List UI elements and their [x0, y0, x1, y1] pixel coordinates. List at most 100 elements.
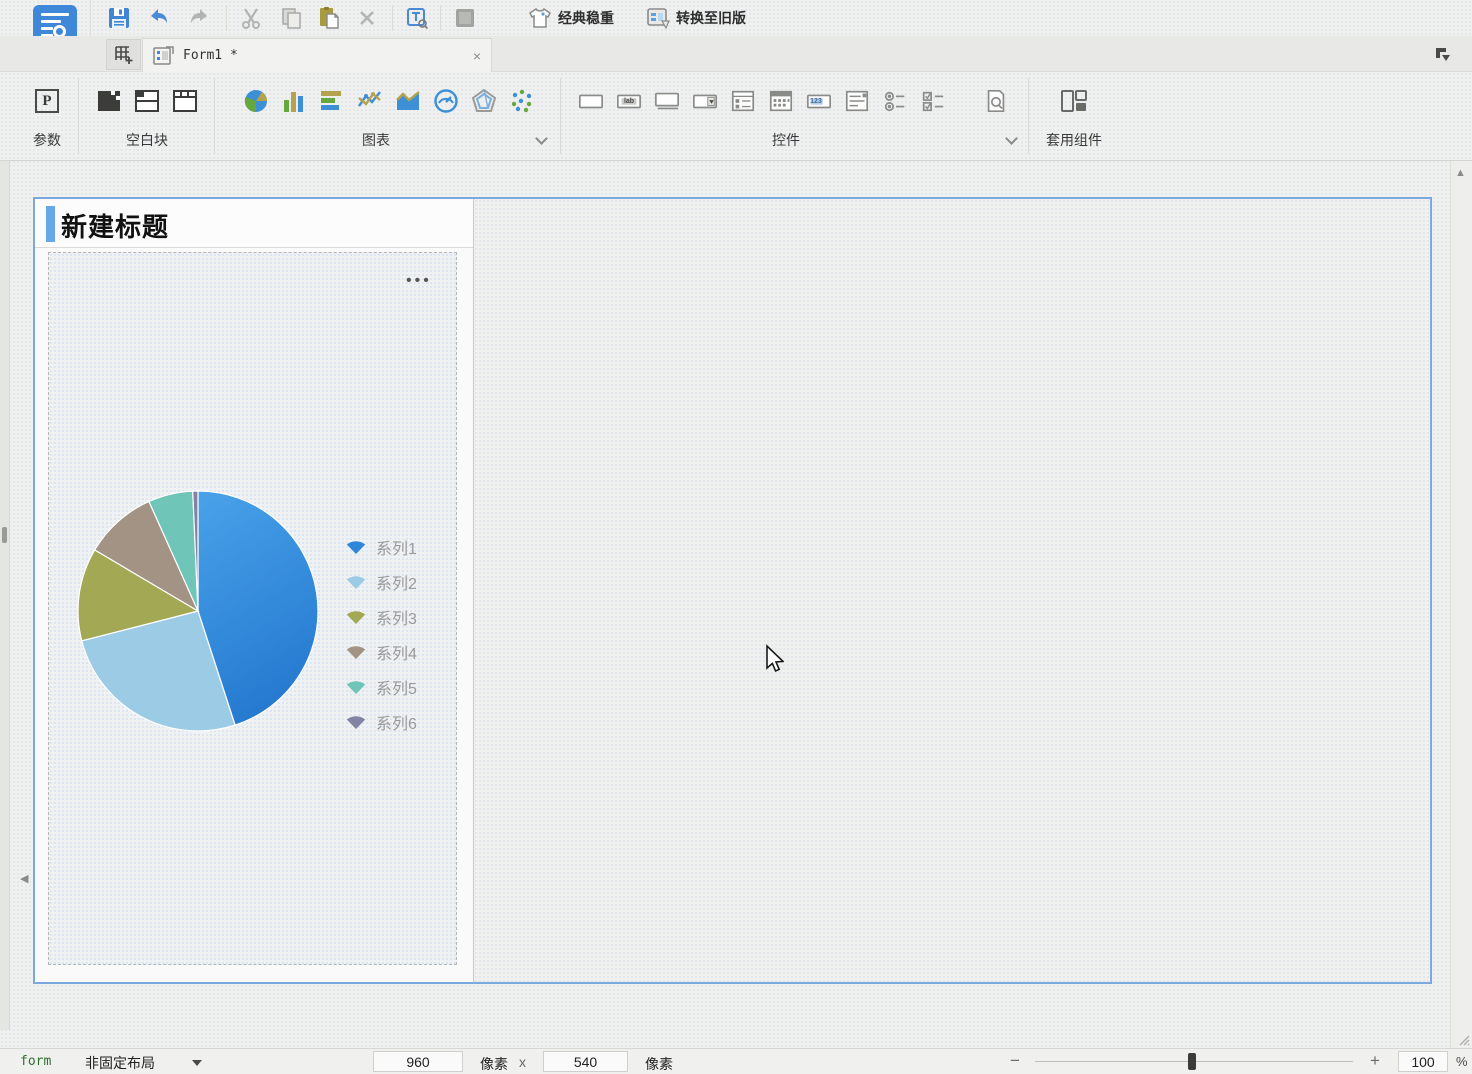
group-label-reuse-components: 套用组件 — [1046, 132, 1102, 148]
redo-button[interactable] — [184, 3, 214, 33]
scatter-chart-button[interactable] — [509, 88, 535, 114]
gauge-chart-button[interactable] — [433, 88, 459, 114]
line-chart-button[interactable] — [357, 88, 383, 114]
zoom-value-input[interactable] — [1398, 1051, 1448, 1072]
datepicker-widget-button[interactable] — [768, 88, 794, 114]
ribbon-separator — [1028, 78, 1029, 154]
checkboxgroup-widget-button[interactable] — [920, 88, 946, 114]
radiogroup-widget-button[interactable] — [882, 88, 908, 114]
bar-chart-button[interactable] — [319, 88, 345, 114]
theme-button[interactable]: 经典稳重 — [524, 4, 618, 32]
charts-expand-chevron-icon[interactable] — [536, 134, 546, 144]
chart-more-button[interactable]: ••• — [406, 273, 432, 289]
canvas-height-input[interactable] — [543, 1051, 628, 1072]
label-widget-button[interactable]: lab — [616, 88, 642, 114]
convert-old-version-button[interactable]: 转换至旧版 — [642, 4, 750, 32]
group-label-charts: 图表 — [362, 132, 390, 148]
area-chart-button[interactable] — [395, 88, 421, 114]
format-painter-button[interactable] — [402, 3, 432, 33]
legend-item-1[interactable]: 系列1 — [345, 529, 417, 564]
pie-chart[interactable] — [76, 489, 320, 733]
zoom-percent-label: % — [1456, 1054, 1468, 1069]
radar-chart-button[interactable] — [471, 88, 497, 114]
group-label-widgets: 控件 — [772, 132, 800, 148]
query-widget-button[interactable] — [983, 88, 1009, 114]
dock-panel-icon[interactable] — [1432, 44, 1454, 66]
zoom-out-button[interactable]: − — [1010, 1051, 1020, 1071]
cut-button[interactable] — [236, 3, 266, 33]
column-chart-icon — [284, 92, 303, 112]
parameter-pane-button[interactable]: P — [34, 88, 60, 114]
legend-item-3[interactable]: 系列3 — [345, 599, 417, 634]
legend-label: 系列2 — [376, 575, 417, 593]
redo-icon — [191, 9, 207, 23]
reuse-component-icon — [1061, 90, 1087, 112]
number-widget-button[interactable]: 123 — [806, 88, 832, 114]
title-accent-bar — [46, 206, 55, 242]
title-block[interactable]: 新建标题 — [35, 199, 473, 248]
absolute-block-button[interactable] — [96, 88, 122, 114]
zoom-in-button[interactable]: + — [1370, 1051, 1380, 1071]
copy-button[interactable] — [276, 3, 306, 33]
legend-item-5[interactable]: 系列5 — [345, 669, 417, 704]
legend-item-6[interactable]: 系列6 — [345, 704, 417, 739]
layout-mode-dropdown[interactable]: 非固定布局 — [85, 1053, 155, 1073]
delete-button[interactable] — [352, 3, 382, 33]
ribbon-separator — [78, 78, 79, 154]
line-chart-icon — [358, 91, 381, 107]
query-icon — [987, 89, 1005, 113]
chart-block[interactable]: ••• 系列1 系列2 系列3 系列4 系列5 系列6 — [48, 252, 457, 965]
format-painter-icon — [407, 8, 429, 30]
report-block-button[interactable] — [172, 88, 198, 114]
legend-item-2[interactable]: 系列2 — [345, 564, 417, 599]
column-chart-button[interactable] — [281, 88, 307, 114]
widget-style-button[interactable] — [450, 3, 480, 33]
form-canvas[interactable]: 新建标题 ••• 系列1 系列2 系列3 系列4 系列5 系列6 — [33, 197, 1432, 984]
form-widget-button[interactable] — [730, 88, 756, 114]
scroll-up-icon[interactable]: ▲ — [1455, 167, 1466, 179]
pie-chart-button[interactable] — [243, 88, 269, 114]
combobox-widget-button[interactable] — [692, 88, 718, 114]
save-icon — [109, 8, 129, 28]
legend-label: 系列3 — [376, 610, 417, 628]
legend-item-4[interactable]: 系列4 — [345, 634, 417, 669]
report-block-icon — [173, 90, 197, 112]
radio-group-icon — [884, 91, 905, 112]
theme-button-label: 经典稳重 — [558, 10, 614, 26]
widgets-expand-chevron-icon[interactable] — [1006, 134, 1016, 144]
multiply-label: x — [519, 1054, 526, 1070]
canvas-width-input[interactable] — [373, 1051, 463, 1072]
widget-style-icon — [456, 9, 474, 27]
tab-form1[interactable]: Form1 * × — [142, 38, 492, 72]
width-unit-label: 像素 — [480, 1056, 508, 1072]
bar-chart-icon — [321, 91, 341, 110]
tab-close-icon[interactable]: × — [473, 49, 481, 63]
resize-grip-icon[interactable] — [1456, 1032, 1470, 1046]
listbox-widget-button[interactable] — [844, 88, 870, 114]
legend-fan-icon — [346, 576, 366, 589]
group-label-parameters: 参数 — [33, 132, 61, 148]
save-button[interactable] — [104, 3, 134, 33]
left-panel-splitter[interactable] — [0, 161, 10, 1030]
new-form-tab-button[interactable] — [106, 39, 141, 70]
tab-block-icon — [135, 90, 159, 112]
textfield-widget-button[interactable] — [578, 88, 604, 114]
paste-button[interactable] — [314, 3, 344, 33]
layout-dropdown-caret-icon[interactable] — [192, 1060, 202, 1066]
splitter-grip[interactable] — [2, 527, 7, 543]
scroll-left-icon[interactable]: ◀ — [20, 872, 28, 885]
legend-fan-icon — [346, 716, 366, 729]
legend-fan-icon — [346, 541, 366, 554]
canvas-empty-region[interactable] — [474, 199, 1430, 982]
zoom-slider-thumb[interactable] — [1188, 1053, 1196, 1070]
parameter-icon: P — [35, 89, 59, 113]
vertical-scrollbar[interactable]: ▲ — [1450, 161, 1472, 1048]
chart-legend: 系列1 系列2 系列3 系列4 系列5 系列6 — [345, 529, 417, 739]
gauge-chart-icon — [434, 89, 458, 113]
copy-icon — [282, 8, 301, 29]
tab-block-button[interactable] — [134, 88, 160, 114]
textarea-widget-button[interactable] — [654, 88, 680, 114]
reuse-component-button[interactable] — [1058, 88, 1090, 114]
convert-icon — [647, 8, 670, 29]
undo-button[interactable] — [144, 3, 174, 33]
